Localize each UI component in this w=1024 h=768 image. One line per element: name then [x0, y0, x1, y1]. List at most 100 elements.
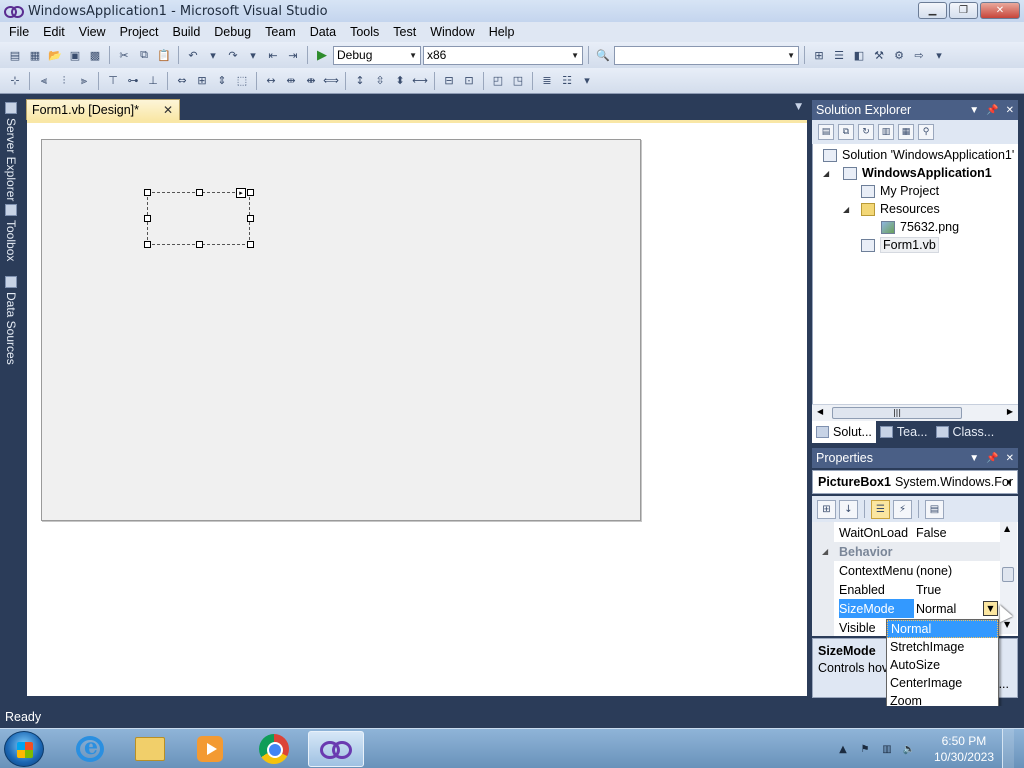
window-position-icon[interactable]: ▼: [969, 105, 979, 116]
menu-file[interactable]: File: [2, 25, 36, 39]
close-icon[interactable]: ✕: [1006, 105, 1014, 116]
solution-explorer-icon[interactable]: ⊞: [810, 46, 828, 64]
show-all-files-icon[interactable]: ⧉: [838, 124, 854, 140]
center-vertically-icon[interactable]: ⊡: [460, 72, 478, 90]
copy-icon[interactable]: ⧉: [135, 46, 153, 64]
property-row-enabled[interactable]: Enabled True: [812, 580, 1002, 599]
solution-configuration-select[interactable]: Debug ▼: [333, 45, 421, 65]
menu-edit[interactable]: Edit: [36, 25, 72, 39]
resize-handle-n[interactable]: [196, 189, 203, 196]
property-value[interactable]: True: [916, 580, 1002, 599]
send-to-back-icon[interactable]: ◳: [509, 72, 527, 90]
make-same-height-icon[interactable]: ⇕: [213, 72, 231, 90]
collapse-arrow-icon[interactable]: ◢: [822, 547, 828, 556]
solution-platform-select[interactable]: x86 ▼: [423, 45, 583, 65]
horizontal-spacing-decrease-icon[interactable]: ⇼: [302, 72, 320, 90]
restore-button[interactable]: ❐: [949, 2, 978, 19]
menu-window[interactable]: Window: [423, 25, 481, 39]
tree-item-project[interactable]: WindowsApplication1: [843, 164, 992, 182]
find-combo[interactable]: ▼: [614, 45, 799, 65]
properties-icon[interactable]: ▤: [818, 124, 834, 140]
taskbar-media-player[interactable]: [182, 731, 238, 767]
toolbar-overflow-icon[interactable]: ▾: [578, 72, 596, 90]
close-button[interactable]: ✕: [980, 2, 1020, 19]
network-icon[interactable]: ▥: [880, 742, 894, 756]
alphabetical-icon[interactable]: ↓: [839, 499, 858, 519]
extension-manager-icon[interactable]: ⚙: [890, 46, 908, 64]
save-icon[interactable]: ▣: [66, 46, 84, 64]
menu-test[interactable]: Test: [386, 25, 423, 39]
events-icon[interactable]: ⚡: [893, 499, 912, 519]
horizontal-spacing-equal-icon[interactable]: ↔: [262, 72, 280, 90]
property-row-sizemode[interactable]: SizeMode Normal: [812, 599, 1002, 618]
chevron-down-icon[interactable]: ▼: [795, 102, 802, 112]
clock[interactable]: 6:50 PM 10/30/2023: [934, 733, 994, 765]
horizontal-spacing-increase-icon[interactable]: ⇹: [282, 72, 300, 90]
resize-handle-sw[interactable]: [144, 241, 151, 248]
scroll-left-icon[interactable]: ◀: [817, 407, 823, 416]
tree-item-solution[interactable]: Solution 'WindowsApplication1': [823, 146, 1014, 164]
tree-item-form1[interactable]: Form1.vb: [861, 236, 939, 254]
option-normal[interactable]: Normal: [887, 620, 998, 638]
undo-icon[interactable]: ↶: [184, 46, 202, 64]
tree-item-my-project[interactable]: My Project: [861, 182, 939, 200]
menu-view[interactable]: View: [72, 25, 113, 39]
designer-surface[interactable]: ▸: [27, 120, 807, 696]
make-same-width-icon[interactable]: ⇔: [173, 72, 191, 90]
minimize-button[interactable]: ▁: [918, 2, 947, 19]
smart-tag-icon[interactable]: ▸: [236, 188, 246, 198]
redo-icon[interactable]: ↷: [224, 46, 242, 64]
align-rights-icon[interactable]: ⫸: [75, 72, 93, 90]
align-to-grid-icon[interactable]: ⊹: [6, 72, 24, 90]
add-item-icon[interactable]: ▦: [26, 46, 44, 64]
auto-hide-pin-icon[interactable]: 📌: [986, 453, 998, 464]
scroll-up-icon[interactable]: ▲: [1004, 524, 1010, 533]
vertical-spacing-decrease-icon[interactable]: ⬍: [391, 72, 409, 90]
menu-project[interactable]: Project: [113, 25, 166, 39]
property-row-contextmenu[interactable]: ContextMenu (none): [812, 561, 1002, 580]
tab-order-icon[interactable]: ≣: [538, 72, 556, 90]
property-row-waitonload[interactable]: WaitOnLoad False: [812, 523, 1002, 542]
property-value[interactable]: (none): [916, 561, 1002, 580]
menu-debug[interactable]: Debug: [207, 25, 258, 39]
menu-help[interactable]: Help: [482, 25, 522, 39]
start-button[interactable]: [4, 731, 44, 767]
object-selector[interactable]: PictureBox1 System.Windows.For ▼: [812, 470, 1018, 494]
save-all-icon[interactable]: ▩: [86, 46, 104, 64]
cut-icon[interactable]: ✂: [115, 46, 133, 64]
menu-build[interactable]: Build: [165, 25, 207, 39]
align-bottoms-icon[interactable]: ⊥: [144, 72, 162, 90]
taskbar-chrome[interactable]: [246, 731, 302, 767]
volume-icon[interactable]: 🔈: [902, 742, 916, 756]
server-explorer-tab[interactable]: Server Explorer: [2, 102, 20, 201]
window-position-icon[interactable]: ▼: [969, 453, 979, 464]
align-middles-icon[interactable]: ⊶: [124, 72, 142, 90]
align-centers-icon[interactable]: ⫶: [55, 72, 73, 90]
close-icon[interactable]: ✕: [1006, 453, 1014, 464]
undo-dropdown-icon[interactable]: ▾: [204, 46, 222, 64]
menu-data[interactable]: Data: [303, 25, 343, 39]
tab-form1-design[interactable]: Form1.vb [Design]* ✕: [26, 99, 180, 120]
property-pages-icon[interactable]: ▤: [925, 499, 944, 519]
navigate-forward-icon[interactable]: ⇥: [284, 46, 302, 64]
align-lefts-icon[interactable]: ⫷: [35, 72, 53, 90]
option-centerimage[interactable]: CenterImage: [887, 674, 998, 692]
center-horizontally-icon[interactable]: ⊟: [440, 72, 458, 90]
picturebox1-control[interactable]: ▸: [144, 188, 254, 248]
taskbar-internet-explorer[interactable]: [62, 731, 118, 767]
toolbar-overflow-icon[interactable]: ▾: [930, 46, 948, 64]
view-designer-icon[interactable]: ▦: [898, 124, 914, 140]
tree-item-image-file[interactable]: 75632.png: [881, 218, 959, 236]
scroll-thumb[interactable]: |||: [832, 407, 962, 419]
action-center-icon[interactable]: ⚑: [858, 742, 872, 756]
tab-team-explorer[interactable]: Tea...: [876, 421, 932, 443]
object-browser-icon[interactable]: ◧: [850, 46, 868, 64]
category-behavior[interactable]: ◢ Behavior: [812, 542, 1002, 561]
start-page-icon[interactable]: ⇨: [910, 46, 928, 64]
horizontal-spacing-remove-icon[interactable]: ⟺: [322, 72, 340, 90]
align-tops-icon[interactable]: ⊤: [104, 72, 122, 90]
option-stretchimage[interactable]: StretchImage: [887, 638, 998, 656]
option-autosize[interactable]: AutoSize: [887, 656, 998, 674]
class-diagram-icon[interactable]: ⚲: [918, 124, 934, 140]
properties-view-icon[interactable]: ☰: [871, 499, 890, 519]
